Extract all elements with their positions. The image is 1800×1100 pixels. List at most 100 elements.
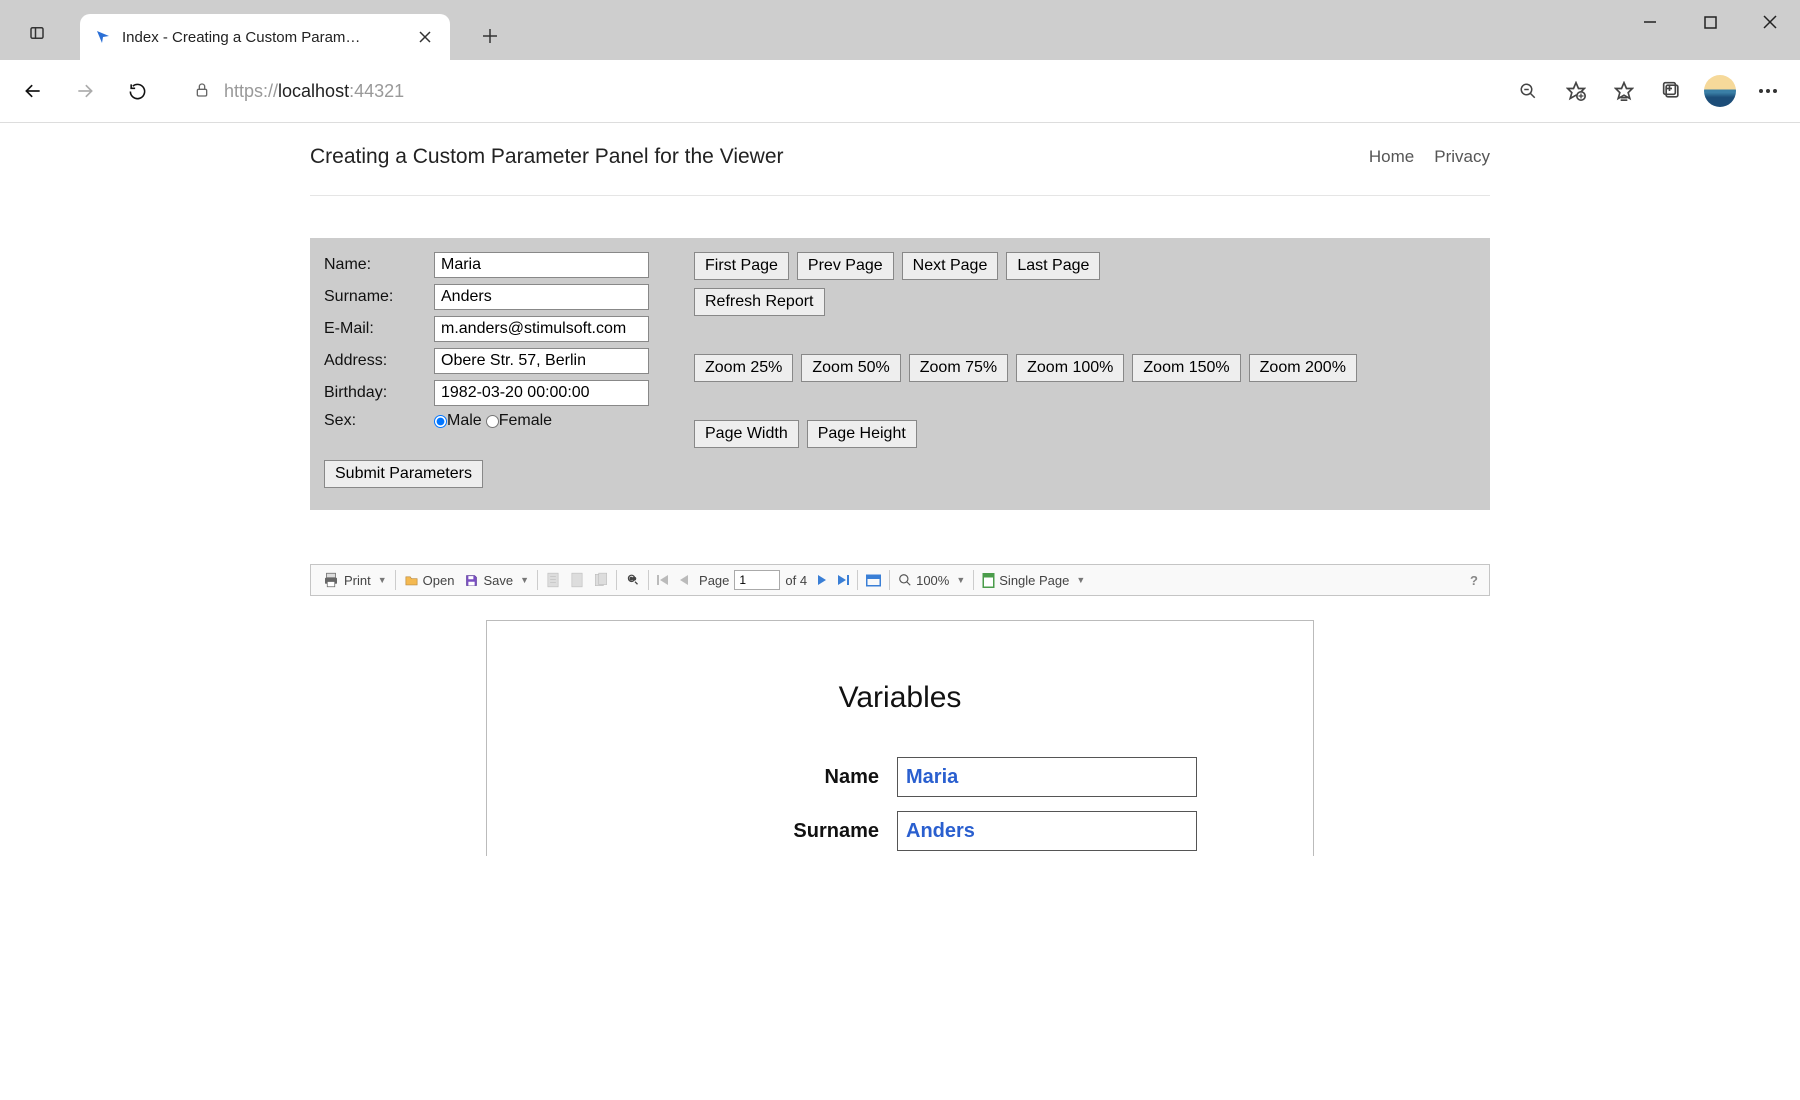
table-row: Surname Anders bbox=[547, 811, 1253, 851]
input-surname[interactable] bbox=[434, 284, 649, 310]
refresh-report-button[interactable]: Refresh Report bbox=[694, 288, 825, 316]
tab-strip: Index - Creating a Custom Param… bbox=[0, 0, 1800, 60]
avatar-icon bbox=[1704, 75, 1736, 107]
tb-find-icon[interactable] bbox=[620, 565, 645, 595]
minimize-button[interactable] bbox=[1620, 0, 1680, 44]
tb-view-mode[interactable]: Single Page▼ bbox=[977, 565, 1090, 595]
viewer-buttons: First Page Prev Page Next Page Last Page… bbox=[694, 252, 1357, 488]
input-address[interactable] bbox=[434, 348, 649, 374]
first-page-button[interactable]: First Page bbox=[694, 252, 789, 280]
page-width-button[interactable]: Page Width bbox=[694, 420, 799, 448]
tb-zoom-label: 100% bbox=[916, 573, 949, 588]
label-surname: Surname: bbox=[324, 288, 434, 306]
tb-next-icon[interactable] bbox=[812, 565, 832, 595]
zoom-out-icon[interactable] bbox=[1506, 69, 1550, 113]
favorites-icon[interactable] bbox=[1602, 69, 1646, 113]
tb-page-label: Page bbox=[694, 565, 734, 595]
tb-doc1-icon[interactable] bbox=[541, 565, 565, 595]
tb-doc3-icon[interactable] bbox=[589, 565, 613, 595]
tb-page-input[interactable] bbox=[734, 570, 780, 590]
page-viewport[interactable]: Creating a Custom Parameter Panel for th… bbox=[0, 123, 1800, 856]
report-page: Variables Name Maria Surname Anders bbox=[486, 620, 1314, 856]
browser-tab[interactable]: Index - Creating a Custom Param… bbox=[80, 14, 450, 60]
tb-save-label: Save bbox=[483, 573, 513, 588]
browser-chrome: Index - Creating a Custom Param… bbox=[0, 0, 1800, 123]
tb-print[interactable]: Print▼ bbox=[317, 565, 392, 595]
lock-icon bbox=[194, 82, 210, 101]
next-page-button[interactable]: Next Page bbox=[902, 252, 999, 280]
radio-sex-group: Male Female bbox=[434, 412, 654, 430]
radio-female-label: Female bbox=[499, 412, 552, 430]
tb-view-mode-label: Single Page bbox=[999, 573, 1069, 588]
tb-print-label: Print bbox=[344, 573, 371, 588]
label-birthday: Birthday: bbox=[324, 384, 434, 402]
page-header: Creating a Custom Parameter Panel for th… bbox=[310, 123, 1490, 196]
zoom-50-button[interactable]: Zoom 50% bbox=[801, 354, 900, 382]
nav-links: Home Privacy bbox=[1369, 147, 1490, 167]
address-right-icons bbox=[1506, 69, 1790, 113]
radio-female[interactable] bbox=[486, 415, 499, 428]
tb-prev-icon[interactable] bbox=[674, 565, 694, 595]
prev-page-button[interactable]: Prev Page bbox=[797, 252, 894, 280]
page-height-button[interactable]: Page Height bbox=[807, 420, 917, 448]
table-row: Name Maria bbox=[547, 757, 1253, 797]
refresh-button[interactable] bbox=[114, 68, 160, 114]
zoom-25-button[interactable]: Zoom 25% bbox=[694, 354, 793, 382]
tb-open[interactable]: Open bbox=[399, 565, 460, 595]
label-sex: Sex: bbox=[324, 412, 434, 430]
var-label: Surname bbox=[547, 820, 897, 843]
tb-open-label: Open bbox=[423, 573, 455, 588]
page-title: Creating a Custom Parameter Panel for th… bbox=[310, 145, 784, 169]
url-text: https://localhost:44321 bbox=[224, 81, 404, 102]
label-address: Address: bbox=[324, 352, 434, 370]
tb-last-icon[interactable] bbox=[832, 565, 854, 595]
input-name[interactable] bbox=[434, 252, 649, 278]
tab-actions-icon[interactable] bbox=[20, 16, 54, 50]
settings-menu-button[interactable] bbox=[1746, 69, 1790, 113]
report-area: Variables Name Maria Surname Anders bbox=[310, 596, 1490, 856]
report-toolbar: Print▼ Open Save▼ Page of 4 bbox=[310, 564, 1490, 596]
var-value: Maria bbox=[897, 757, 1197, 797]
var-label: Name bbox=[547, 766, 897, 789]
tb-help-icon[interactable]: ? bbox=[1465, 565, 1483, 595]
close-window-button[interactable] bbox=[1740, 0, 1800, 44]
favicon-icon bbox=[94, 28, 112, 46]
tb-page-of: of 4 bbox=[780, 565, 812, 595]
maximize-button[interactable] bbox=[1680, 0, 1740, 44]
address-bar[interactable]: https://localhost:44321 bbox=[176, 71, 1490, 111]
nav-home[interactable]: Home bbox=[1369, 147, 1414, 167]
label-email: E-Mail: bbox=[324, 320, 434, 338]
var-value: Anders bbox=[897, 811, 1197, 851]
tb-save[interactable]: Save▼ bbox=[459, 565, 534, 595]
report-title: Variables bbox=[547, 681, 1253, 715]
nav-privacy[interactable]: Privacy bbox=[1434, 147, 1490, 167]
close-tab-button[interactable] bbox=[414, 26, 436, 48]
tab-title: Index - Creating a Custom Param… bbox=[122, 29, 404, 46]
radio-male-label: Male bbox=[447, 412, 482, 430]
parameter-panel: Name: Surname: E-Mail: Address: Birthday… bbox=[310, 238, 1490, 510]
zoom-150-button[interactable]: Zoom 150% bbox=[1132, 354, 1240, 382]
add-favorite-icon[interactable] bbox=[1554, 69, 1598, 113]
input-email[interactable] bbox=[434, 316, 649, 342]
collections-icon[interactable] bbox=[1650, 69, 1694, 113]
forward-button[interactable] bbox=[62, 68, 108, 114]
label-name: Name: bbox=[324, 256, 434, 274]
tb-fullscreen-icon[interactable] bbox=[861, 565, 886, 595]
tb-doc2-icon[interactable] bbox=[565, 565, 589, 595]
profile-button[interactable] bbox=[1698, 69, 1742, 113]
window-controls bbox=[1620, 0, 1800, 44]
zoom-100-button[interactable]: Zoom 100% bbox=[1016, 354, 1124, 382]
address-bar-row: https://localhost:44321 bbox=[0, 60, 1800, 123]
back-button[interactable] bbox=[10, 68, 56, 114]
radio-male[interactable] bbox=[434, 415, 447, 428]
tb-zoom[interactable]: 100%▼ bbox=[893, 565, 970, 595]
tb-first-icon[interactable] bbox=[652, 565, 674, 595]
zoom-75-button[interactable]: Zoom 75% bbox=[909, 354, 1008, 382]
parameter-form: Name: Surname: E-Mail: Address: Birthday… bbox=[324, 252, 654, 430]
input-birthday[interactable] bbox=[434, 380, 649, 406]
last-page-button[interactable]: Last Page bbox=[1006, 252, 1100, 280]
variables-table: Name Maria Surname Anders bbox=[547, 757, 1253, 851]
submit-parameters-button[interactable]: Submit Parameters bbox=[324, 460, 483, 488]
new-tab-button[interactable] bbox=[470, 16, 510, 56]
zoom-200-button[interactable]: Zoom 200% bbox=[1249, 354, 1357, 382]
